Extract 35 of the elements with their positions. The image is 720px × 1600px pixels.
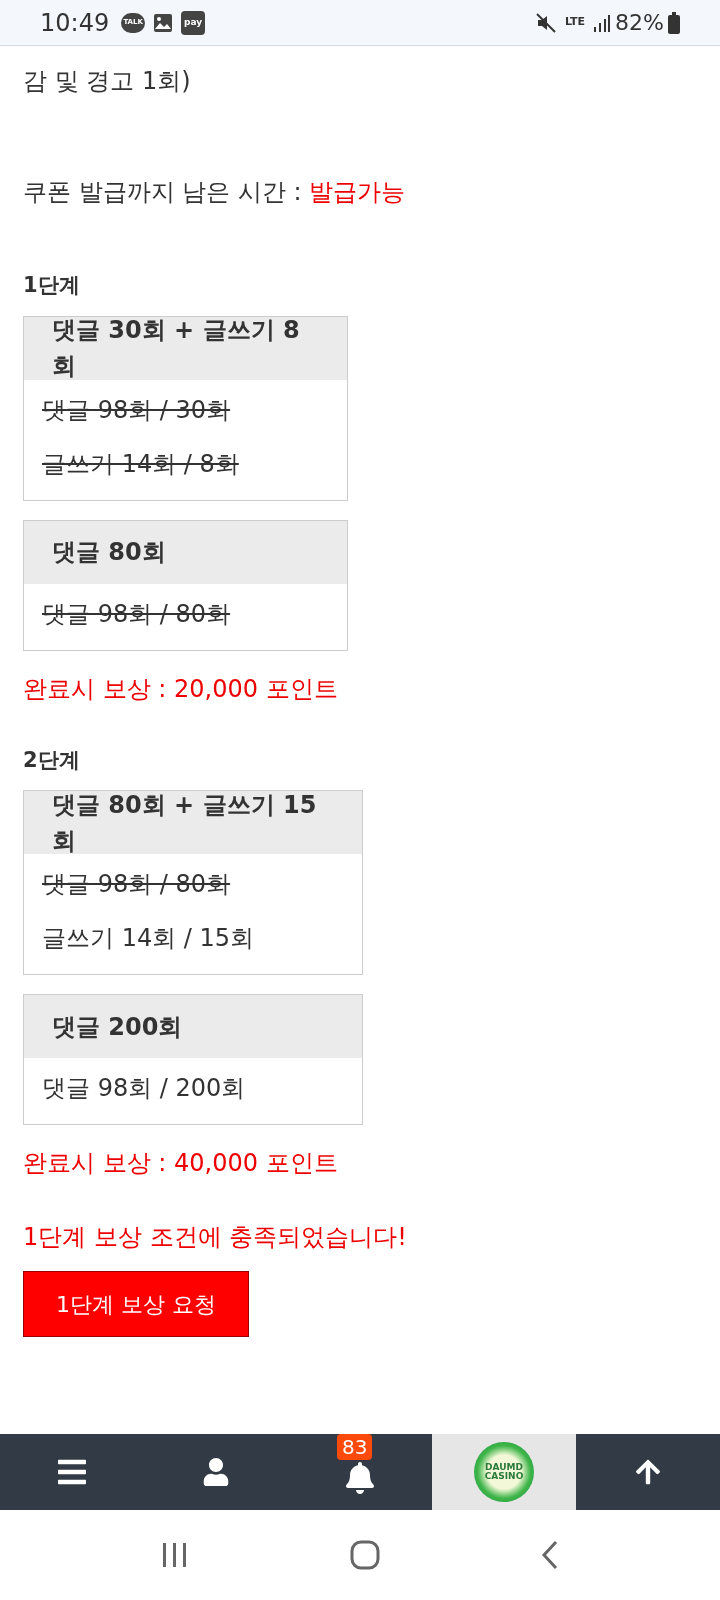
notification-badge: 83 bbox=[337, 1434, 373, 1460]
coupon-status: 쿠폰 발급까지 남은 시간 : 발급가능 bbox=[23, 177, 407, 208]
arrow-up-icon bbox=[634, 1458, 662, 1486]
eligibility-message: 1단계 보상 조건에 충족되었습니다! bbox=[23, 1222, 408, 1253]
progress-line: 글쓰기 14회 / 15회 bbox=[42, 923, 256, 954]
signal-icon bbox=[593, 12, 612, 33]
mute-icon bbox=[534, 11, 557, 34]
back-icon[interactable] bbox=[541, 1540, 560, 1570]
reward-text: 완료시 보상 : 20,000 포인트 bbox=[23, 673, 339, 705]
casino-logo: DAUMD CASINO bbox=[474, 1442, 534, 1502]
task-header: 댓글 80회 bbox=[24, 520, 347, 584]
progress-line: 댓글 98회 / 30회 bbox=[42, 394, 232, 426]
battery-percent: 82% bbox=[615, 9, 664, 37]
reward-text: 완료시 보상 : 40,000 포인트 bbox=[23, 1148, 339, 1179]
stage-title: 1단계 bbox=[23, 272, 81, 299]
network-label: LTE bbox=[564, 14, 586, 31]
progress-line: 글쓰기 14회 / 8회 bbox=[42, 448, 240, 480]
user-icon bbox=[202, 1458, 230, 1486]
progress-line: 댓글 98회 / 80회 bbox=[42, 598, 232, 630]
home-icon[interactable] bbox=[350, 1540, 380, 1570]
pay-icon: pay bbox=[181, 10, 206, 35]
nav-tab[interactable]: DAUMD CASINO bbox=[432, 1434, 576, 1510]
image-icon bbox=[153, 12, 174, 33]
task-header: 댓글 200회 bbox=[24, 995, 362, 1058]
recent-apps-icon[interactable] bbox=[160, 1542, 189, 1568]
progress-line: 댓글 98회 / 80회 bbox=[42, 869, 232, 900]
reward-request-button[interactable]: 1단계 보상 요청 bbox=[23, 1271, 249, 1337]
clock: 10:49 bbox=[40, 7, 110, 39]
task-header: 댓글 80회 + 글쓰기 15회 bbox=[24, 791, 362, 854]
notice-text: 감 및 경고 1회) bbox=[23, 66, 192, 97]
task-header: 댓글 30회 + 글쓰기 8회 bbox=[24, 316, 347, 380]
bell-icon bbox=[344, 1462, 376, 1494]
stage-title: 2단계 bbox=[23, 746, 81, 774]
progress-line: 댓글 98회 / 200회 bbox=[42, 1073, 247, 1104]
battery-icon bbox=[668, 11, 680, 34]
